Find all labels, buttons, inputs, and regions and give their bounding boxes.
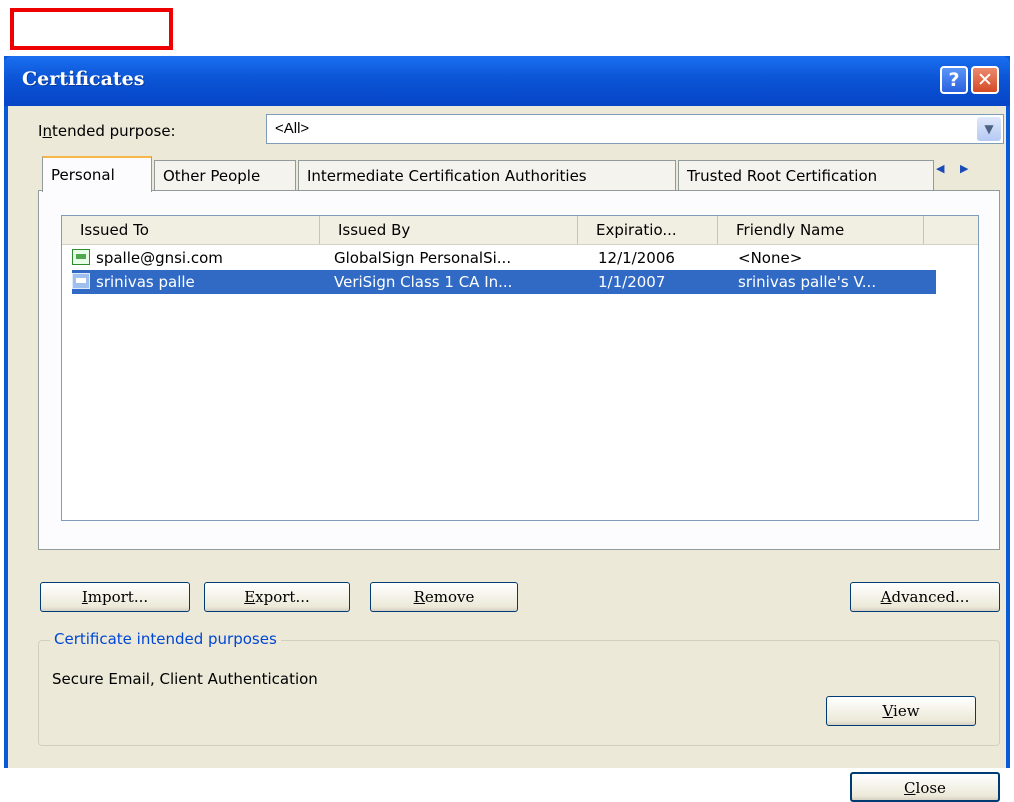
intended-purposes-group (38, 640, 1000, 746)
table-row-selected[interactable]: srinivas palle VeriSign Class 1 CA In...… (72, 270, 936, 294)
intended-purpose-value: <All> (275, 120, 310, 137)
window-title: Certificates (22, 68, 145, 90)
tab-panel-personal: Issued To Issued By Expiratio... Friendl… (38, 190, 1000, 550)
column-header-issued-by[interactable]: Issued By (320, 216, 578, 244)
tab-scroll-arrows-icon[interactable]: ◀ ▶ (936, 162, 974, 175)
help-icon: ? (948, 69, 960, 91)
tab-personal[interactable]: Personal (42, 156, 152, 192)
help-button[interactable]: ? (940, 66, 968, 94)
column-header-expiration[interactable]: Expiratio... (578, 216, 718, 244)
import-button[interactable]: Import... (40, 582, 190, 612)
intended-purposes-legend: Certificate intended purposes (50, 630, 281, 648)
tab-trusted-root[interactable]: Trusted Root Certification (678, 160, 934, 190)
annotation-highlight-box (10, 8, 173, 50)
chevron-down-icon[interactable]: ▼ (977, 117, 1001, 141)
close-button[interactable]: Close (850, 772, 1000, 802)
certificate-icon (72, 273, 90, 289)
certificates-dialog: Certificates ? ✕ Intended purpose: <All>… (4, 56, 1010, 802)
export-button[interactable]: Export... (204, 582, 350, 612)
dialog-client-area: Intended purpose: <All> ▼ Personal Other… (8, 106, 1006, 802)
advanced-button[interactable]: Advanced... (850, 582, 1000, 612)
title-bar[interactable]: Certificates ? ✕ (4, 56, 1010, 106)
column-header-friendly-name[interactable]: Friendly Name (718, 216, 924, 244)
intended-purpose-label: Intended purpose: (38, 122, 176, 140)
close-icon: ✕ (977, 69, 993, 91)
tab-other-people[interactable]: Other People (154, 160, 296, 190)
list-header: Issued To Issued By Expiratio... Friendl… (62, 216, 978, 245)
table-row[interactable]: spalle@gnsi.com GlobalSign PersonalSi...… (72, 246, 936, 270)
column-header-issued-to[interactable]: Issued To (62, 216, 320, 244)
view-button[interactable]: View (826, 696, 976, 726)
certificate-list[interactable]: Issued To Issued By Expiratio... Friendl… (61, 215, 979, 521)
remove-button[interactable]: Remove (370, 582, 518, 612)
close-window-button[interactable]: ✕ (971, 66, 999, 94)
tab-intermediate-authorities[interactable]: Intermediate Certification Authorities (298, 160, 676, 190)
certificate-icon (72, 249, 90, 265)
intended-purpose-select[interactable]: <All> ▼ (266, 114, 1004, 144)
intended-purposes-text: Secure Email, Client Authentication (52, 670, 318, 688)
